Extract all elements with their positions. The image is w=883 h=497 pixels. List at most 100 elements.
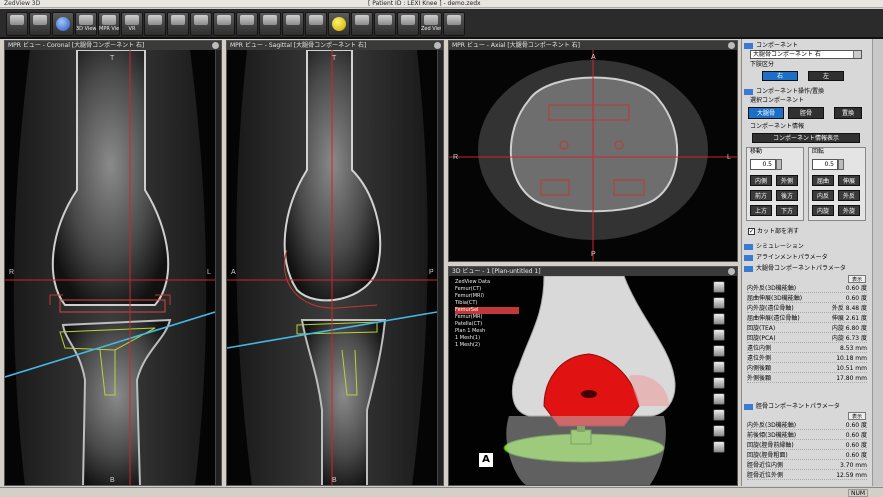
layout-4-icon[interactable] xyxy=(213,12,235,36)
tree-item[interactable]: Patella(CT) xyxy=(455,321,519,328)
rotate-extension-button[interactable]: 伸展 xyxy=(838,175,860,186)
tree-item[interactable]: Femur(MR) xyxy=(455,314,519,321)
coronal-scrollbar[interactable] xyxy=(215,50,221,485)
side-header: 下肢区分 xyxy=(750,61,775,68)
component-info-button[interactable]: コンポーネント情報表示 xyxy=(752,133,860,143)
close-icon[interactable] xyxy=(728,268,735,275)
rotate-varus-button[interactable]: 内反 xyxy=(812,190,834,201)
tree-item[interactable]: Tibia(CT) xyxy=(455,300,519,307)
view-side-icon[interactable] xyxy=(713,345,725,357)
chevron-down-icon[interactable] xyxy=(853,51,861,58)
table-row: 外側後顆 17.80 mm xyxy=(747,375,867,383)
panel-scrollbar[interactable] xyxy=(872,39,883,486)
layout-3-icon[interactable] xyxy=(190,12,212,36)
power-icon[interactable] xyxy=(443,12,465,36)
axial-image[interactable] xyxy=(449,50,737,261)
simulation-header[interactable]: シミュレーション xyxy=(744,242,804,251)
side-left-button[interactable]: 左 xyxy=(808,71,844,81)
tibia-display-button[interactable]: 表示 xyxy=(848,412,866,420)
tree-item[interactable]: 1 Mesh(1) xyxy=(455,335,519,342)
move-medial-button[interactable]: 内側 xyxy=(750,175,772,186)
orientation-right: L xyxy=(207,269,211,276)
db-icon[interactable] xyxy=(6,12,28,36)
tree-item[interactable]: ZedView Data xyxy=(455,279,519,286)
coronal-viewport[interactable]: MPR ビュー - Coronal [大腿骨コンポーネント 右] T B R L xyxy=(4,40,222,486)
table-row: 遠位内側 8.53 mm xyxy=(747,345,867,353)
measure-icon[interactable] xyxy=(713,409,725,421)
component-select[interactable]: 大腿骨コンポーネント 右 xyxy=(750,50,862,59)
orientation-left: R xyxy=(9,269,15,276)
plane-icon[interactable] xyxy=(351,12,373,36)
rotate-icon[interactable] xyxy=(713,281,725,293)
3d-viewport[interactable]: 3D ビュー - 1 [Plan-untitled 1] ZedView Dat… xyxy=(448,266,738,486)
table-row: 回旋(TEA) 内旋 6.80 度 xyxy=(747,325,867,333)
replace-button[interactable]: 置換 xyxy=(834,107,862,119)
rotate-step-spinner[interactable] xyxy=(838,159,844,170)
table-row: 内外反(3D機能軸) 0.60 度 xyxy=(747,285,867,293)
rotate-internal-button[interactable]: 内旋 xyxy=(812,205,834,216)
zoom-icon[interactable] xyxy=(713,313,725,325)
table-row: 屈曲伸展(3D機能軸) 0.60 度 xyxy=(747,295,867,303)
move-down-button[interactable]: 下方 xyxy=(776,205,798,216)
sagittal-scrollbar[interactable] xyxy=(437,50,443,485)
coronal-scan xyxy=(5,50,215,485)
view-front-icon[interactable] xyxy=(713,329,725,341)
clip-icon[interactable] xyxy=(713,425,725,437)
object-tree[interactable]: ZedView Data Femur(CT) Femur(MRI) Tibia(… xyxy=(455,279,519,349)
layout-2-icon[interactable] xyxy=(167,12,189,36)
ruler-icon[interactable] xyxy=(259,12,281,36)
tree-item[interactable]: Femur(CT) xyxy=(455,286,519,293)
move-up-button[interactable]: 上方 xyxy=(750,205,772,216)
table-row: 前後傾(3D機能軸) 0.60 度 xyxy=(747,432,867,440)
close-icon[interactable] xyxy=(728,42,735,49)
side-right-button[interactable]: 右 xyxy=(762,71,798,81)
move-posterior-button[interactable]: 後方 xyxy=(776,190,798,201)
film-icon[interactable] xyxy=(305,12,327,36)
camera-icon[interactable] xyxy=(236,12,258,36)
3d-view-icon[interactable]: 3D View xyxy=(75,12,97,36)
move-step-spinner[interactable] xyxy=(776,159,782,170)
db2-icon[interactable] xyxy=(29,12,51,36)
coronal-image[interactable] xyxy=(5,50,221,485)
book-icon[interactable] xyxy=(374,12,396,36)
rotate-step-input[interactable]: 0.5 xyxy=(812,159,838,170)
document-title: [ Patient ID : LEXI Knee ] - demo.zedx xyxy=(368,0,481,7)
rotate-valgus-button[interactable]: 外反 xyxy=(838,190,860,201)
femur-button[interactable]: 大腿骨 xyxy=(748,107,784,119)
tree-item[interactable]: 1 Mesh(2) xyxy=(455,342,519,349)
tree-item[interactable]: Plan 1 Mesh xyxy=(455,328,519,335)
info-icon[interactable] xyxy=(52,12,74,36)
move-anterior-button[interactable]: 前方 xyxy=(750,190,772,201)
cut-checkbox-row[interactable]: ✓ カット部を消す xyxy=(748,228,799,236)
close-icon[interactable] xyxy=(434,42,441,49)
femur-params-header[interactable]: 大腿骨コンポーネントパラメータ xyxy=(744,264,846,273)
alignment-header[interactable]: アラインメントパラメータ xyxy=(744,253,828,262)
mpr-view-icon[interactable]: MPR View xyxy=(98,12,120,36)
layout-1-icon[interactable] xyxy=(144,12,166,36)
sagittal-viewport[interactable]: MPR ビュー - Sagittal [大腿骨コンポーネント 右] T B A … xyxy=(226,40,444,486)
tibia-button[interactable]: 脛骨 xyxy=(788,107,824,119)
sphere-icon[interactable] xyxy=(328,12,350,36)
tibia-params-header[interactable]: 脛骨コンポーネントパラメータ xyxy=(744,402,840,411)
move-step-input[interactable]: 0.5 xyxy=(750,159,776,170)
view-top-icon[interactable] xyxy=(713,361,725,373)
close-icon[interactable] xyxy=(212,42,219,49)
tree-item[interactable]: Femur(MRI) xyxy=(455,293,519,300)
columns-icon[interactable] xyxy=(397,12,419,36)
table-row: 遠位外側 10.18 mm xyxy=(747,355,867,363)
sagittal-image[interactable] xyxy=(227,50,443,485)
screenshot-icon[interactable] xyxy=(713,393,725,405)
femur-display-button[interactable]: 表示 xyxy=(848,275,866,283)
vr-icon[interactable]: VR xyxy=(121,12,143,36)
axial-viewport[interactable]: MPR ビュー - Axial [大腿骨コンポーネント 右] A P R L xyxy=(448,40,738,262)
tree-item-selected[interactable]: FemurSel xyxy=(455,307,519,314)
checkbox-checked-icon[interactable]: ✓ xyxy=(748,228,755,235)
grid-icon[interactable] xyxy=(282,12,304,36)
zed-view-icon[interactable]: Zed View xyxy=(420,12,442,36)
settings-icon[interactable] xyxy=(713,441,725,453)
reset-view-icon[interactable] xyxy=(713,377,725,389)
pan-icon[interactable] xyxy=(713,297,725,309)
rotate-external-button[interactable]: 外旋 xyxy=(838,205,860,216)
move-lateral-button[interactable]: 外側 xyxy=(776,175,798,186)
rotate-flexion-button[interactable]: 屈曲 xyxy=(812,175,834,186)
